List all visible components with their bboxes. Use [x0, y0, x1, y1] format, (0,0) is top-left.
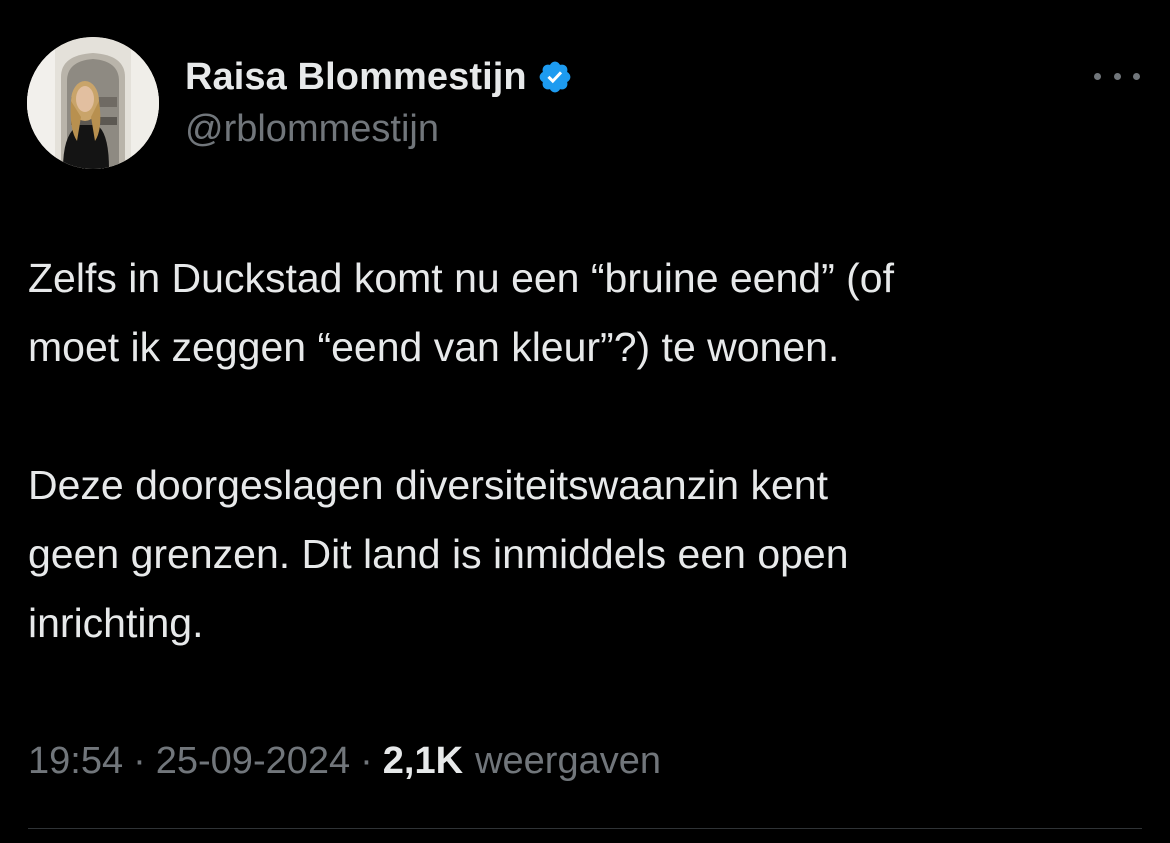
tweet-text: Zelfs in Duckstad komt nu een “bruine ee… [28, 244, 1148, 658]
avatar-photo [27, 37, 159, 169]
tweet-date[interactable]: 25-09-2024 [156, 740, 350, 783]
tweet: Raisa Blommestijn @rblommestijn Zelfs in… [0, 0, 1170, 843]
divider [28, 828, 1142, 829]
tweet-time[interactable]: 19:54 [28, 740, 123, 783]
verified-badge-icon[interactable] [537, 59, 573, 95]
tweet-text-line: geen grenzen. Dit land is inmiddels een … [28, 531, 849, 577]
more-dots-icon [1094, 72, 1101, 80]
tweet-text-line: Deze doorgeslagen diversiteitswaanzin ke… [28, 462, 828, 508]
views-label[interactable]: weergaven [475, 740, 661, 783]
avatar[interactable] [27, 37, 159, 169]
meta-separator: · [360, 740, 373, 782]
views-count[interactable]: 2,1K [383, 740, 463, 783]
author-handle[interactable]: @rblommestijn [185, 108, 439, 151]
meta-separator: · [133, 740, 146, 782]
more-dots-icon [1113, 72, 1121, 80]
tweet-meta: 19:54 · 25-09-2024 · 2,1K weergaven [28, 740, 661, 783]
more-dots-icon [1133, 72, 1140, 80]
author-name-row: Raisa Blommestijn [185, 52, 573, 102]
tweet-text-line: moet ik zeggen “eend van kleur”?) te won… [28, 324, 840, 370]
author-name[interactable]: Raisa Blommestijn [185, 56, 527, 99]
tweet-text-line: Zelfs in Duckstad komt nu een “bruine ee… [28, 255, 894, 301]
tweet-text-line: inrichting. [28, 600, 204, 646]
more-button[interactable] [1094, 64, 1140, 88]
